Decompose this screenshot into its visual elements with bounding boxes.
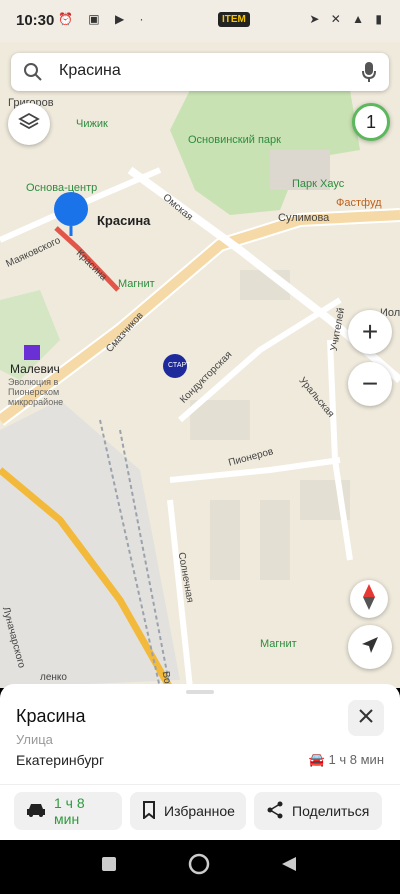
my-location-button[interactable] [348,625,392,669]
minus-icon: − [361,368,379,399]
share-icon [266,801,284,822]
place-eta: 🚘 1 ч 8 мин [309,752,384,768]
home-icon[interactable] [188,853,210,875]
layers-icon [18,111,40,138]
label-osnovinsky: Основинский парк [188,134,281,146]
back-icon[interactable] [282,857,296,871]
label-vo: Во [159,670,173,685]
label-sulimova: Сулимова [278,212,330,224]
label-start: СТАРТ [168,362,191,369]
notification-icons: ⏰ ▣ ▶ · [58,12,150,26]
label-chizhik: Чижик [76,118,108,130]
status-chip: ITEM [218,12,250,27]
status-bar: 10:30 ⏰ ▣ ▶ · ITEM ➤ ✕ ▲ ▮ [0,0,400,42]
label-lenko: ленко [40,672,67,683]
plus-icon: + [361,316,379,347]
divider [0,784,400,785]
compass-button[interactable] [350,580,388,618]
navigation-arrow-icon [360,635,380,660]
road-uchiteley [327,339,353,561]
compass-icon [362,583,376,615]
system-icons: ➤ ✕ ▲ ▮ [309,12,386,26]
recents-icon[interactable] [102,857,116,871]
share-button-label: Поделиться [292,803,370,819]
label-malevich-sub1: Эволюция в [8,377,59,387]
location-pin [54,192,88,226]
favorite-button[interactable]: Избранное [130,792,246,830]
layers-button[interactable] [8,103,50,145]
label-park-house: Парк Хаус [292,178,345,190]
action-bar: 1 ч 8 мин Избранное Поделиться [14,792,382,830]
park-area [170,90,360,215]
rail-yard [0,400,180,688]
car-icon: 🚘 [308,752,325,767]
map-view[interactable]: Григоров Чижик Основа-центр Красина Крас… [0,42,400,688]
bookmark-icon [142,800,156,822]
results-count-button[interactable]: 1 [352,103,390,141]
close-button[interactable] [348,700,384,736]
results-count: 1 [365,111,376,132]
place-title: Красина [16,706,86,726]
status-time: 10:30 [16,12,55,29]
microphone-icon[interactable] [361,61,377,88]
share-button[interactable]: Поделиться [254,792,382,830]
car-icon [26,803,46,820]
place-eta-text: 1 ч 8 мин [328,752,384,767]
sheet-handle[interactable] [186,690,214,694]
label-fastfud: Фастфуд [336,197,382,209]
road-pionerov [169,457,341,483]
route-button[interactable]: 1 ч 8 мин [14,792,122,830]
place-card[interactable]: Красина Улица Екатеринбург 🚘 1 ч 8 мин 1… [0,684,400,840]
malevich-logo [24,345,40,360]
search-input[interactable]: Красина [59,62,121,80]
label-magnit-2: Магнит [260,638,297,650]
favorite-button-label: Избранное [164,803,235,819]
place-city: Екатеринбург [16,752,105,768]
zoom-out-button[interactable]: − [348,362,392,406]
label-malevich-sub3: микрорайоне [8,397,64,407]
label-krasina-pin: Красина [97,213,151,228]
close-icon [359,708,373,728]
route-button-label: 1 ч 8 мин [54,795,85,827]
search-icon[interactable] [23,62,43,87]
building-block [260,500,290,580]
place-subtitle: Улица [16,732,53,747]
label-magnit-1: Магнит [118,278,155,290]
building-block [210,500,240,580]
label-osnova: Основа-центр [26,182,98,194]
label-malevich-sub2: Пионерском [8,387,60,397]
zoom-in-button[interactable]: + [348,310,392,354]
label-malevich: Малевич [10,362,60,376]
system-navigation-bar [0,840,400,889]
search-bar[interactable]: Красина [11,53,389,91]
